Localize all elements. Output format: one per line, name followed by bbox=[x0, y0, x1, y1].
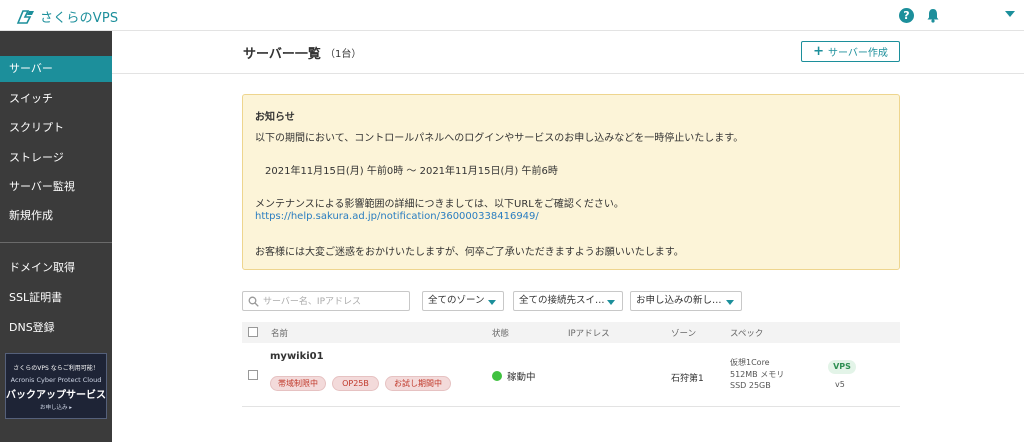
order-select-value: お申し込みの新し… bbox=[636, 295, 722, 306]
top-bar: さくらのVPS ? bbox=[0, 0, 1024, 31]
notice-line-2: メンテナンスによる影響範囲の詳細につきましては、以下URLをご確認ください。 bbox=[255, 199, 624, 210]
spec-cpu: 仮想1Core bbox=[730, 358, 770, 367]
banner-line-1: さくらのVPS ならご利用可能！ bbox=[13, 365, 99, 372]
sidebar-item-domain[interactable]: ドメイン取得 bbox=[0, 255, 112, 281]
switch-select-value: 全ての接続先スイ… bbox=[519, 295, 605, 306]
sidebar-item-switch[interactable]: スイッチ bbox=[0, 86, 112, 112]
search-field[interactable] bbox=[242, 291, 410, 311]
sidebar-item-storage[interactable]: ストレージ bbox=[0, 145, 112, 171]
spec-memory: 512MB メモリ bbox=[730, 370, 785, 379]
table-row[interactable]: mywiki01 帯域制限中 OP25B お試し期間中 稼動中 石狩第1 仮想1… bbox=[242, 343, 900, 407]
order-select[interactable]: お申し込みの新し… bbox=[630, 291, 742, 311]
notice-line-3: お客様には大変ご迷惑をおかけいたしますが、何卒ご了承いただきますようお願いいたし… bbox=[255, 247, 684, 258]
banner-line-4: お申し込み ▸ bbox=[39, 405, 72, 411]
create-server-button[interactable]: + サーバー作成 bbox=[801, 41, 900, 62]
logo[interactable]: さくらのVPS bbox=[16, 7, 118, 26]
main-content: サーバー一覧 （1台） + サーバー作成 お知らせ 以下の期間において、コントロ… bbox=[112, 31, 1024, 442]
column-zone: ゾーン bbox=[671, 329, 697, 339]
sakura-logo-icon bbox=[16, 9, 34, 24]
column-spec: スペック bbox=[730, 329, 764, 339]
table-header: 名前 状態 IPアドレス ゾーン スペック bbox=[242, 322, 900, 343]
server-name[interactable]: mywiki01 bbox=[270, 351, 324, 362]
server-count: （1台） bbox=[325, 49, 362, 60]
search-icon bbox=[248, 296, 259, 307]
backup-service-banner[interactable]: さくらのVPS ならご利用可能！ Acronis Cyber Protect C… bbox=[5, 353, 107, 419]
chevron-down-icon bbox=[488, 300, 496, 305]
sidebar: サーバー スイッチ スクリプト ストレージ サーバー監視 新規作成 ドメイン取得… bbox=[0, 31, 112, 442]
column-ip: IPアドレス bbox=[568, 329, 610, 339]
plus-icon: + bbox=[813, 44, 824, 59]
tag-trial: お試し期間中 bbox=[385, 376, 451, 391]
notice-link[interactable]: https://help.sakura.ad.jp/notification/3… bbox=[255, 211, 539, 222]
spec-disk: SSD 25GB bbox=[730, 381, 771, 390]
page-header: サーバー一覧 （1台） + サーバー作成 bbox=[112, 31, 1024, 74]
notice-period: 2021年11月15日(月) 午前0時 ～ 2021年11月15日(月) 午前6… bbox=[265, 166, 558, 177]
plan-version: v5 bbox=[835, 380, 845, 389]
sidebar-item-server[interactable]: サーバー bbox=[0, 56, 112, 82]
tag-op25b: OP25B bbox=[332, 376, 379, 391]
search-input[interactable] bbox=[263, 294, 405, 309]
maintenance-notice: お知らせ 以下の期間において、コントロールパネルへのログインやサービスのお申し込… bbox=[242, 94, 900, 270]
server-zone: 石狩第1 bbox=[671, 374, 704, 384]
chevron-down-icon[interactable] bbox=[1005, 11, 1015, 17]
chevron-down-icon bbox=[726, 300, 734, 305]
banner-line-2: Acronis Cyber Protect Cloud bbox=[10, 376, 102, 384]
notice-title: お知らせ bbox=[255, 112, 295, 123]
sidebar-item-dns[interactable]: DNS登録 bbox=[0, 315, 112, 341]
bell-icon[interactable] bbox=[926, 8, 940, 23]
column-status: 状態 bbox=[492, 329, 510, 339]
sidebar-item-script[interactable]: スクリプト bbox=[0, 115, 112, 141]
page-title: サーバー一覧 bbox=[243, 47, 321, 62]
notice-line-1: 以下の期間において、コントロールパネルへのログインやサービスのお申し込みなどを一… bbox=[255, 133, 744, 144]
chevron-down-icon bbox=[607, 300, 615, 305]
logo-text: さくらのVPS bbox=[40, 11, 119, 26]
banner-line-3: バックアップサービス bbox=[6, 390, 106, 401]
sidebar-item-new[interactable]: 新規作成 bbox=[0, 203, 112, 229]
column-name: 名前 bbox=[271, 329, 289, 339]
status-running-icon bbox=[492, 371, 502, 381]
help-icon[interactable]: ? bbox=[899, 8, 914, 23]
sidebar-divider bbox=[0, 242, 112, 243]
server-status: 稼動中 bbox=[507, 372, 536, 383]
row-checkbox[interactable] bbox=[248, 370, 258, 380]
tag-bandwidth-limit: 帯域制限中 bbox=[270, 376, 326, 391]
zone-select[interactable]: 全てのゾーン bbox=[422, 291, 504, 311]
create-server-label: サーバー作成 bbox=[828, 48, 888, 59]
sidebar-item-ssl[interactable]: SSL証明書 bbox=[0, 285, 112, 311]
plan-badge: VPS bbox=[828, 360, 856, 374]
sidebar-item-monitoring[interactable]: サーバー監視 bbox=[0, 174, 112, 200]
switch-select[interactable]: 全ての接続先スイ… bbox=[513, 291, 623, 311]
select-all-checkbox[interactable] bbox=[248, 327, 258, 337]
zone-select-value: 全てのゾーン bbox=[428, 295, 485, 306]
